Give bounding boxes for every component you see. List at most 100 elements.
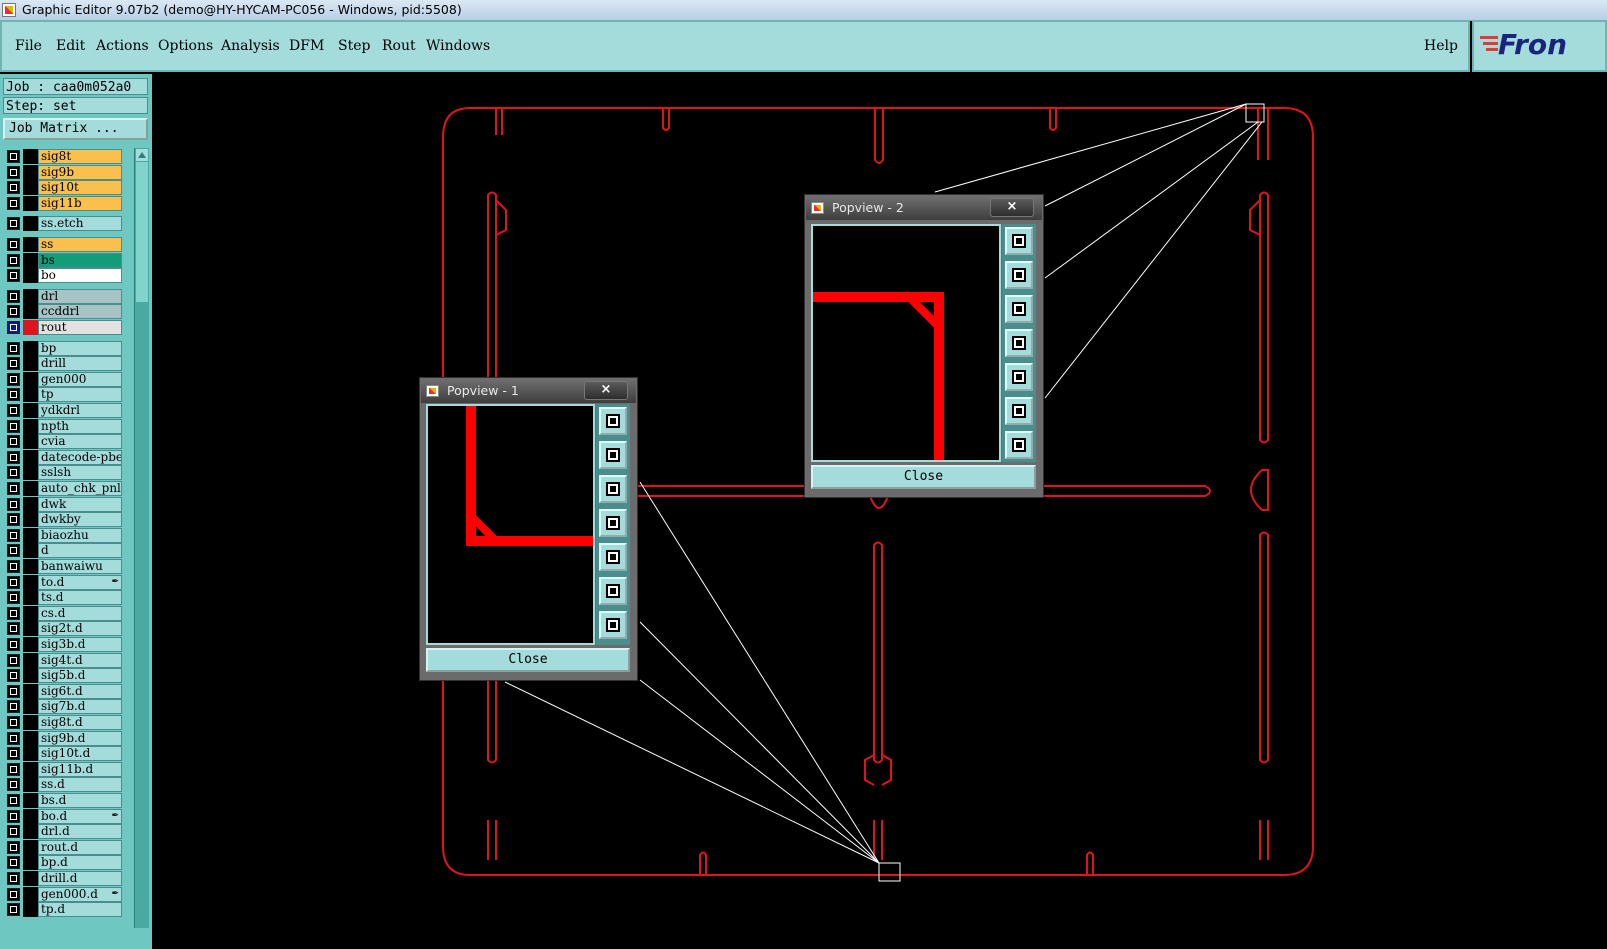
layer-work-marker[interactable]	[23, 164, 38, 180]
layer-name[interactable]: gen000	[38, 371, 122, 387]
layer-work-marker[interactable]	[23, 590, 38, 606]
layer-work-marker[interactable]	[23, 371, 38, 387]
layer-checkbox[interactable]	[7, 591, 20, 605]
layer-work-marker[interactable]	[23, 902, 38, 918]
layer-work-marker[interactable]	[23, 527, 38, 543]
popview-2-titlebar[interactable]: Popview - 2 ×	[806, 196, 1042, 220]
layer-name[interactable]: drl	[38, 288, 122, 304]
layer-name[interactable]: sig2t.d	[38, 621, 122, 637]
layer-work-marker[interactable]	[23, 481, 38, 496]
layer-name[interactable]: cs.d	[38, 605, 122, 621]
layer-name[interactable]: sig5b.d	[38, 668, 122, 684]
layer-row[interactable]: bs.d	[4, 793, 122, 808]
layer-checkbox[interactable]	[7, 606, 20, 620]
layer-work-marker[interactable]	[23, 418, 38, 434]
layer-work-marker[interactable]	[23, 180, 38, 196]
menu-analysis[interactable]: Analysis	[221, 38, 280, 54]
layer-row[interactable]: dwkby	[4, 512, 122, 528]
layer-row[interactable]: banwaiwu	[4, 559, 122, 574]
layer-checkbox[interactable]	[7, 716, 20, 729]
layer-name[interactable]: rout.d	[38, 839, 122, 855]
layer-checkbox[interactable]	[7, 560, 20, 573]
layer-row[interactable]: ydkdrl	[4, 403, 122, 418]
layer-checkbox[interactable]	[7, 684, 20, 698]
layer-row[interactable]: datecode-pbe	[4, 449, 122, 465]
layer-name[interactable]: sig4t.d	[38, 652, 122, 668]
layer-checkbox[interactable]	[7, 357, 20, 371]
layer-work-marker[interactable]	[23, 824, 38, 840]
layer-checkbox[interactable]	[7, 700, 20, 714]
layer-checkbox[interactable]	[7, 762, 20, 776]
zoom-in-icon[interactable]	[599, 577, 627, 605]
graphic-canvas[interactable]: Popview - 1 × Close Popview - 2 × Close	[152, 74, 1607, 949]
layer-checkbox[interactable]	[7, 840, 20, 854]
layer-row[interactable]: bs	[4, 252, 122, 268]
layer-work-marker[interactable]	[23, 699, 38, 715]
layer-work-marker[interactable]	[23, 855, 38, 871]
layer-name[interactable]: bs.d	[38, 793, 122, 808]
layer-work-marker[interactable]	[23, 683, 38, 699]
layer-row[interactable]: bo.d ✒	[4, 808, 122, 824]
layer-name[interactable]: sslsh	[38, 465, 122, 481]
layer-work-marker[interactable]	[23, 496, 38, 512]
popview-1-close-button[interactable]: Close	[426, 648, 630, 672]
menu-rout[interactable]: Rout	[382, 38, 416, 54]
layer-checkbox[interactable]	[7, 638, 20, 651]
popview-2-viewport[interactable]	[811, 224, 1001, 462]
layer-work-marker[interactable]	[23, 512, 38, 528]
layer-name[interactable]: bs	[38, 252, 122, 268]
layer-row[interactable]: auto_chk_pnl	[4, 481, 122, 496]
layer-checkbox[interactable]	[7, 528, 20, 542]
layer-work-marker[interactable]	[23, 268, 38, 284]
layer-name[interactable]: sig8t.d	[38, 715, 122, 730]
layer-checkbox[interactable]	[7, 872, 20, 885]
layer-work-marker[interactable]	[23, 808, 38, 824]
layer-work-marker[interactable]	[23, 340, 38, 356]
layer-work-marker[interactable]	[23, 871, 38, 886]
layer-checkbox[interactable]	[7, 731, 20, 745]
layer-name[interactable]: sig9b.d	[38, 730, 122, 746]
layer-checkbox[interactable]	[7, 253, 20, 267]
layer-work-marker[interactable]	[23, 761, 38, 777]
popview-1-close-x-button[interactable]: ×	[584, 381, 628, 400]
layer-checkbox[interactable]	[7, 435, 20, 449]
layer-checkbox[interactable]	[7, 388, 20, 402]
layer-work-marker[interactable]	[23, 403, 38, 418]
layer-work-marker[interactable]	[23, 605, 38, 621]
layer-work-marker[interactable]	[23, 730, 38, 746]
layer-work-marker[interactable]	[23, 216, 38, 232]
layer-row[interactable]: ts.d	[4, 590, 122, 606]
layer-work-marker[interactable]	[23, 793, 38, 808]
layer-name[interactable]: dwkby	[38, 512, 122, 528]
layer-row[interactable]: sig11b.d	[4, 761, 122, 777]
layer-row[interactable]: d	[4, 543, 122, 559]
layer-row[interactable]: drill	[4, 356, 122, 372]
layer-row[interactable]: sig11b	[4, 195, 122, 211]
pan-up-icon[interactable]	[599, 441, 627, 469]
layer-checkbox[interactable]	[7, 404, 20, 417]
layer-name[interactable]: tp.d	[38, 902, 122, 918]
layer-row[interactable]: drl.d	[4, 824, 122, 840]
layer-checkbox[interactable]	[7, 341, 20, 355]
layer-name[interactable]: sig11b.d	[38, 761, 122, 777]
layer-name[interactable]: sig3b.d	[38, 637, 122, 652]
layer-checkbox[interactable]	[7, 321, 20, 334]
layer-checkbox[interactable]	[7, 289, 20, 303]
layer-row[interactable]: drl	[4, 288, 122, 304]
layer-name[interactable]: biaozhu	[38, 527, 122, 543]
layer-name[interactable]: to.d	[38, 574, 122, 590]
zoom-out-icon[interactable]	[599, 611, 627, 639]
layer-checkbox[interactable]	[7, 217, 20, 231]
layer-name[interactable]: ss	[38, 237, 122, 252]
layer-row[interactable]: cs.d	[4, 605, 122, 621]
layer-name[interactable]: sig6t.d	[38, 683, 122, 699]
layer-checkbox[interactable]	[7, 825, 20, 839]
layer-checkbox[interactable]	[7, 653, 20, 667]
layer-work-marker[interactable]	[23, 621, 38, 637]
layer-work-marker[interactable]	[23, 288, 38, 304]
layer-row[interactable]: sig5b.d	[4, 668, 122, 684]
layer-row[interactable]: rout	[4, 320, 122, 335]
layer-row[interactable]: sig2t.d	[4, 621, 122, 637]
menu-dfm[interactable]: DFM	[289, 38, 324, 54]
layer-row[interactable]: to.d ✒	[4, 574, 122, 590]
